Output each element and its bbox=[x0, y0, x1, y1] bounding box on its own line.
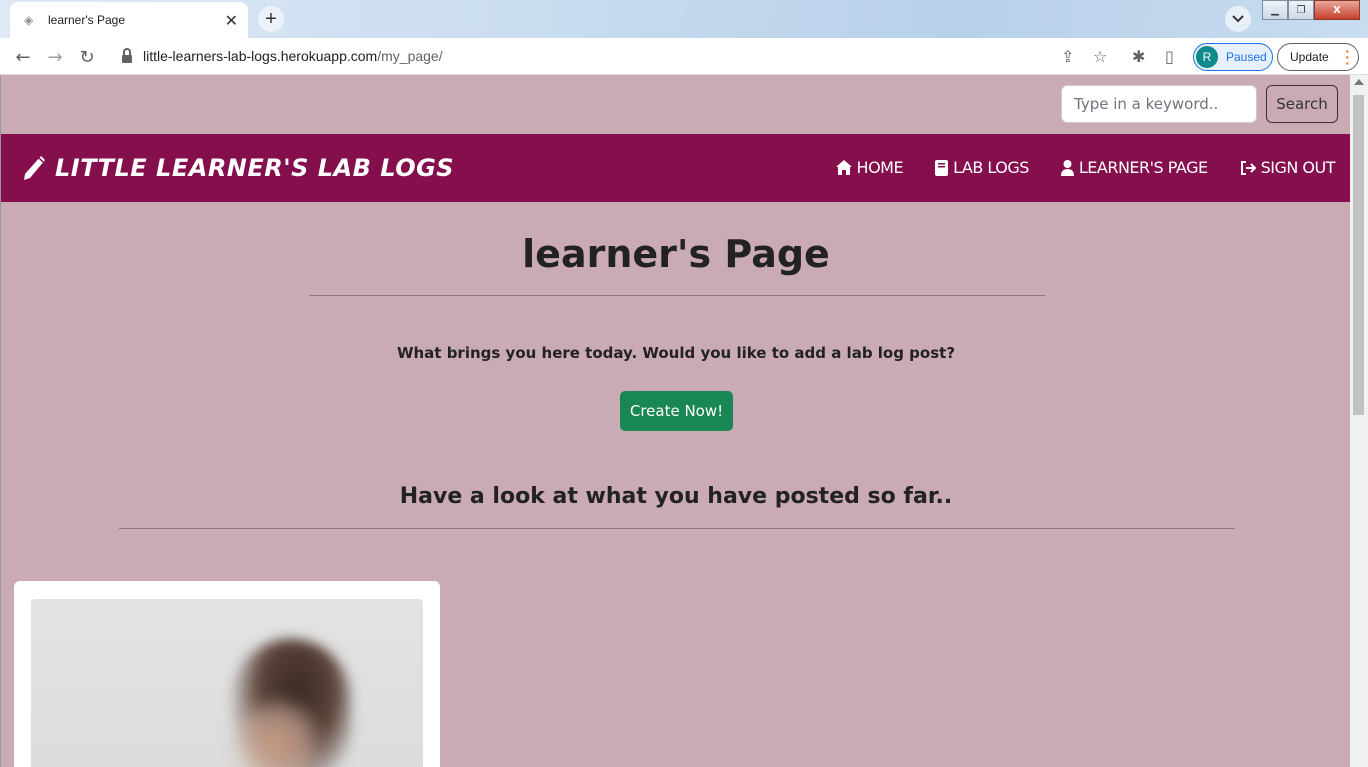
menu-dots-icon[interactable]: · · · bbox=[1345, 44, 1350, 70]
tab-search-button[interactable] bbox=[1225, 6, 1251, 32]
book-icon bbox=[935, 159, 949, 176]
address-bar[interactable]: little-learners-lab-logs.herokuapp.com/m… bbox=[143, 48, 443, 64]
close-tab-icon[interactable]: ✕ bbox=[225, 11, 238, 30]
nav-home[interactable]: HOME bbox=[835, 158, 904, 177]
tab-title: learner's Page bbox=[48, 13, 126, 27]
window-close-button[interactable]: X bbox=[1314, 0, 1360, 20]
url-path: /my_page/ bbox=[377, 48, 443, 64]
update-label: Update bbox=[1290, 50, 1329, 64]
window-controls: ▁ ❐ X bbox=[1262, 0, 1360, 20]
url-host: little-learners-lab-logs.herokuapp.com bbox=[143, 48, 378, 64]
extensions-icon[interactable]: ✱ bbox=[1132, 47, 1145, 66]
nav-links: HOME LAB LOGS LEARNER'S PAGE SIGN OUT bbox=[835, 158, 1336, 177]
posts-heading: Have a look at what you have posted so f… bbox=[399, 484, 953, 509]
back-icon[interactable]: ← bbox=[12, 46, 34, 68]
nav-sign-out[interactable]: SIGN OUT bbox=[1240, 158, 1336, 177]
browser-toolbar: ← → ↻ little-learners-lab-logs.herokuapp… bbox=[0, 38, 1368, 75]
pencil-icon bbox=[24, 156, 45, 180]
post-card[interactable] bbox=[14, 581, 440, 767]
site-navbar: LITTLE LEARNER'S LAB LOGS HOME LAB LOGS … bbox=[1, 134, 1350, 202]
create-now-button[interactable]: Create Now! bbox=[620, 391, 733, 431]
search-button[interactable]: Search bbox=[1266, 85, 1338, 123]
search-input[interactable]: Type in a keyword.. bbox=[1061, 85, 1257, 123]
browser-tab[interactable]: ◈ learner's Page ✕ bbox=[10, 2, 248, 38]
scroll-up-arrow-icon[interactable] bbox=[1354, 79, 1364, 85]
nav-lab-logs-label: LAB LOGS bbox=[953, 158, 1029, 177]
divider bbox=[309, 295, 1045, 296]
lock-icon bbox=[122, 48, 132, 63]
page-title: learner's Page bbox=[522, 232, 830, 276]
scroll-thumb[interactable] bbox=[1353, 95, 1364, 415]
forward-icon[interactable]: → bbox=[44, 46, 66, 68]
avatar: R bbox=[1196, 46, 1218, 68]
update-button[interactable]: Update · · · bbox=[1277, 43, 1359, 71]
post-image[interactable] bbox=[31, 599, 423, 767]
page-viewport: Type in a keyword.. Search LITTLE LEARNE… bbox=[0, 75, 1350, 767]
brand-link[interactable]: LITTLE LEARNER'S LAB LOGS bbox=[21, 154, 454, 182]
restore-button[interactable]: ❐ bbox=[1288, 0, 1314, 20]
nav-learners-page[interactable]: LEARNER'S PAGE bbox=[1060, 158, 1208, 177]
profile-button[interactable]: R Paused bbox=[1193, 43, 1273, 71]
brand-title: LITTLE LEARNER'S LAB LOGS bbox=[55, 154, 455, 182]
bookmark-star-icon[interactable]: ☆ bbox=[1093, 47, 1107, 66]
minimize-button[interactable]: ▁ bbox=[1262, 0, 1288, 20]
side-panel-icon[interactable]: ▯ bbox=[1165, 47, 1174, 66]
profile-status: Paused bbox=[1226, 50, 1267, 64]
divider bbox=[119, 528, 1235, 529]
share-icon[interactable]: ⇪ bbox=[1061, 47, 1074, 66]
nav-home-label: HOME bbox=[856, 158, 904, 177]
nav-lab-logs[interactable]: LAB LOGS bbox=[935, 158, 1029, 177]
nav-learners-page-label: LEARNER'S PAGE bbox=[1078, 158, 1208, 177]
sign-out-icon bbox=[1240, 160, 1256, 175]
chevron-down-icon bbox=[1232, 15, 1244, 23]
home-icon bbox=[835, 160, 852, 175]
browser-tab-strip: ◈ learner's Page ✕ + ▁ ❐ X bbox=[0, 0, 1368, 38]
reload-icon[interactable]: ↻ bbox=[76, 46, 98, 68]
nav-sign-out-label: SIGN OUT bbox=[1260, 158, 1336, 177]
prompt-text: What brings you here today. Would you li… bbox=[396, 344, 956, 362]
user-icon bbox=[1060, 159, 1074, 176]
new-tab-button[interactable]: + bbox=[258, 6, 284, 32]
scrollbar[interactable] bbox=[1350, 75, 1368, 767]
favicon-icon: ◈ bbox=[24, 13, 34, 27]
